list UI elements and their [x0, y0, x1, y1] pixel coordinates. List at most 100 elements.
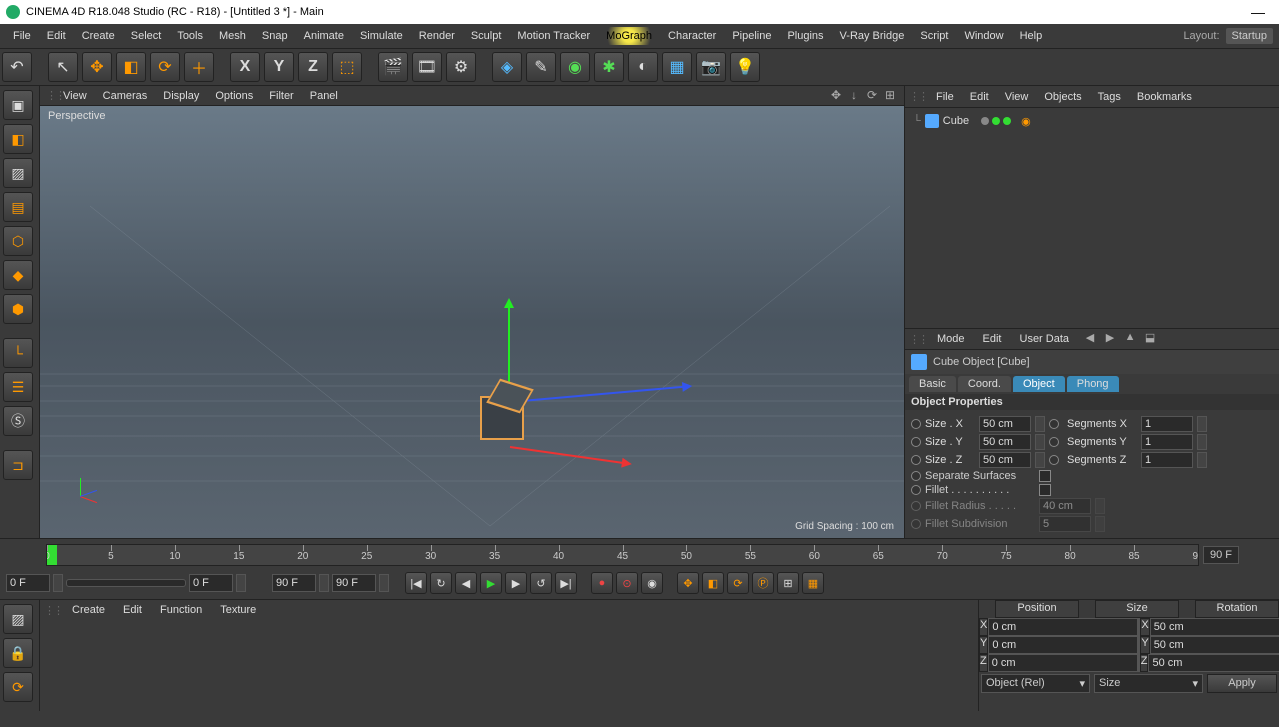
vp-menu-filter[interactable]: Filter [262, 88, 300, 104]
floor-icon[interactable]: ▦ [662, 52, 692, 82]
mat-nav1-icon[interactable]: ▨ [3, 604, 33, 634]
x-axis-icon[interactable]: X [230, 52, 260, 82]
tab-coord[interactable]: Coord. [958, 376, 1011, 392]
next-frame-icon[interactable]: ▶ [505, 572, 527, 594]
mat-menu-edit[interactable]: Edit [115, 602, 150, 618]
goto-prevkey-icon[interactable]: ↻ [430, 572, 452, 594]
spinner[interactable] [1197, 434, 1207, 450]
render-region-icon[interactable]: 🎞 [412, 52, 442, 82]
menu-vray[interactable]: V-Ray Bridge [833, 27, 912, 45]
menu-sculpt[interactable]: Sculpt [464, 27, 509, 45]
om-menu-view[interactable]: View [998, 89, 1036, 105]
pos-x-field[interactable] [988, 618, 1138, 636]
spinner[interactable] [1035, 452, 1045, 468]
am-menu-userdata[interactable]: User Data [1012, 331, 1078, 347]
size-y-field[interactable] [1150, 636, 1279, 654]
menu-animate[interactable]: Animate [297, 27, 351, 45]
om-menu-bookmarks[interactable]: Bookmarks [1130, 89, 1199, 105]
range-start-field[interactable] [6, 574, 50, 592]
menu-tools[interactable]: Tools [170, 27, 210, 45]
project-end-field[interactable] [332, 574, 376, 592]
y-axis-icon[interactable]: Y [264, 52, 294, 82]
segments-y-field[interactable] [1141, 434, 1193, 450]
range-end-field[interactable] [272, 574, 316, 592]
spinner[interactable] [53, 574, 63, 592]
om-menu-file[interactable]: File [929, 89, 961, 105]
menu-mesh[interactable]: Mesh [212, 27, 253, 45]
rot-key-icon[interactable]: ⟳ [727, 572, 749, 594]
vp-menu-display[interactable]: Display [156, 88, 206, 104]
grip-icon[interactable]: ⋮⋮ [46, 89, 54, 102]
menu-pipeline[interactable]: Pipeline [725, 27, 778, 45]
grip-icon[interactable]: ⋮⋮ [909, 333, 927, 346]
menu-character[interactable]: Character [661, 27, 723, 45]
anim-dot-icon[interactable] [911, 485, 921, 495]
pos-y-field[interactable] [988, 636, 1138, 654]
z-axis-icon[interactable]: Z [298, 52, 328, 82]
mat-nav2-icon[interactable]: 🔒 [3, 638, 33, 668]
point-mode-icon[interactable]: ⬡ [3, 226, 33, 256]
make-editable-icon[interactable]: ▣ [3, 90, 33, 120]
anim-dot-icon[interactable] [1049, 455, 1059, 465]
prev-frame-icon[interactable]: ◀ [455, 572, 477, 594]
cube-object[interactable] [480, 396, 530, 446]
workplane-icon[interactable]: ▤ [3, 192, 33, 222]
menu-script[interactable]: Script [913, 27, 955, 45]
vp-menu-panel[interactable]: Panel [303, 88, 345, 104]
axis-icon[interactable]: └ [3, 338, 33, 368]
size-x-field[interactable] [979, 416, 1031, 432]
menu-window[interactable]: Window [957, 27, 1010, 45]
pen-icon[interactable]: ✎ [526, 52, 556, 82]
current-frame-field[interactable] [189, 574, 233, 592]
om-item-cube[interactable]: └ Cube ◉ [909, 112, 1275, 130]
nav-fwd-icon[interactable]: ▶ [1101, 331, 1119, 347]
goto-start-icon[interactable]: |◀ [405, 572, 427, 594]
autokey-icon[interactable]: ⊙ [616, 572, 638, 594]
spinner[interactable] [1035, 434, 1045, 450]
deformer-icon[interactable]: ◐ [628, 52, 658, 82]
tab-basic[interactable]: Basic [909, 376, 956, 392]
render-settings-icon[interactable]: ⚙ [446, 52, 476, 82]
vp-nav-pan-icon[interactable]: ✥ [828, 88, 844, 104]
vp-menu-cameras[interactable]: Cameras [96, 88, 155, 104]
render-dot-icon[interactable] [1003, 117, 1011, 125]
grip-icon[interactable]: ⋮⋮ [44, 604, 62, 617]
anim-dot-icon[interactable] [911, 471, 921, 481]
om-menu-objects[interactable]: Objects [1037, 89, 1088, 105]
play-icon[interactable]: ▶ [480, 572, 502, 594]
rotate-icon[interactable]: ⟳ [150, 52, 180, 82]
subdiv-icon[interactable]: ◉ [560, 52, 590, 82]
segments-x-field[interactable] [1141, 416, 1193, 432]
tab-object[interactable]: Object [1013, 376, 1065, 392]
spinner[interactable] [1197, 452, 1207, 468]
size-y-field[interactable] [979, 434, 1031, 450]
goto-end-icon[interactable]: ▶| [555, 572, 577, 594]
menu-create[interactable]: Create [75, 27, 122, 45]
pos-z-field[interactable] [988, 654, 1138, 672]
minimize-button[interactable]: — [1243, 4, 1273, 20]
phong-tag-icon[interactable]: ◉ [1021, 115, 1031, 128]
spinner[interactable] [319, 574, 329, 592]
material-manager[interactable]: ⋮⋮ Create Edit Function Texture [40, 600, 979, 711]
am-menu-edit[interactable]: Edit [975, 331, 1010, 347]
mat-menu-function[interactable]: Function [152, 602, 210, 618]
menu-snap[interactable]: Snap [255, 27, 295, 45]
nav-lock-icon[interactable]: ⬓ [1141, 331, 1159, 347]
anim-dot-icon[interactable] [1049, 419, 1059, 429]
vp-nav-zoom-icon[interactable]: ↓ [846, 88, 862, 104]
pla-key-icon[interactable]: ⊞ [777, 572, 799, 594]
menu-render[interactable]: Render [412, 27, 462, 45]
coord-mode-dropdown[interactable]: Object (Rel)▾ [981, 674, 1090, 693]
keyframe-sel-icon[interactable]: ◉ [641, 572, 663, 594]
record-icon[interactable]: ● [591, 572, 613, 594]
fillet-checkbox[interactable] [1039, 484, 1051, 496]
model-mode-icon[interactable]: ◧ [3, 124, 33, 154]
spinner[interactable] [1035, 416, 1045, 432]
vp-nav-orbit-icon[interactable]: ⟳ [864, 88, 880, 104]
viewport[interactable]: Perspective Grid Spacing : 100 cm [40, 106, 904, 538]
move-icon[interactable]: ✥ [82, 52, 112, 82]
menu-select[interactable]: Select [124, 27, 169, 45]
pos-key-icon[interactable]: ✥ [677, 572, 699, 594]
layer-dot-icon[interactable] [981, 117, 989, 125]
mat-nav3-icon[interactable]: ⟳ [3, 672, 33, 702]
